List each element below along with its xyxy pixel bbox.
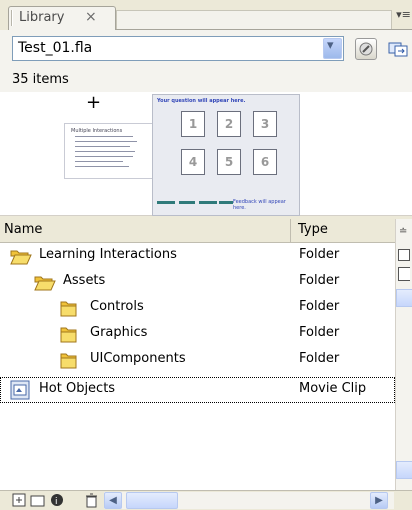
right-column: ≐ <box>395 219 412 510</box>
thumb-a-title: Multiple Interactions <box>71 128 123 134</box>
panel-tabstrip: Library × ▾≡ <box>0 0 412 30</box>
folder-closed-icon <box>60 327 77 343</box>
tab-library[interactable]: Library × <box>8 6 116 30</box>
vscroll-track[interactable] <box>396 309 412 459</box>
folder-closed-icon <box>60 353 77 369</box>
new-symbol-icon[interactable] <box>12 493 27 508</box>
list-item[interactable]: Assets Folder <box>0 269 395 295</box>
grid-cell-5: 5 <box>217 149 241 175</box>
tab-library-label: Library <box>19 10 65 25</box>
library-list[interactable]: Learning Interactions Folder Assets Fold… <box>0 243 395 490</box>
vscroll-down-button[interactable] <box>396 461 412 479</box>
properties-icon[interactable]: i <box>50 493 65 508</box>
list-item[interactable]: UIComponents Folder <box>0 347 395 373</box>
thumb-b-title: Your question will appear here. <box>157 98 246 104</box>
svg-text:i: i <box>55 497 58 507</box>
preview-thumbnail-question: Your question will appear here. 1 2 3 4 … <box>152 94 300 216</box>
grid-cell-4: 4 <box>181 149 205 175</box>
item-type: Folder <box>299 247 340 262</box>
item-type: Folder <box>299 299 340 314</box>
scroll-right-icon[interactable]: ▶ <box>370 492 388 509</box>
grid-cell-6: 6 <box>253 149 277 175</box>
library-toolbar: Test_01.fla ▾ <box>0 30 412 70</box>
grid-cell-3: 3 <box>253 111 277 137</box>
chevron-down-icon[interactable]: ▾ <box>323 38 342 59</box>
preview-pane: + Multiple Interactions Your question wi… <box>0 92 412 216</box>
new-folder-icon[interactable] <box>30 493 45 508</box>
grid-cell-2: 2 <box>217 111 241 137</box>
hscroll-thumb[interactable] <box>126 492 178 509</box>
library-bottom-bar: i ◀ ▶ <box>0 490 412 510</box>
column-sort-icon[interactable]: ≐ <box>399 226 407 237</box>
item-count: 35 items <box>12 72 69 87</box>
folder-closed-icon <box>60 301 77 317</box>
list-item[interactable]: Controls Folder <box>0 295 395 321</box>
linkage-checkbox[interactable] <box>398 249 410 261</box>
thumb-b-footer: Feedback will appear here. <box>233 199 286 211</box>
new-library-panel-button[interactable] <box>388 40 412 58</box>
item-count-bar: 35 items <box>0 70 412 92</box>
item-name: Hot Objects <box>39 381 116 396</box>
list-item[interactable]: Graphics Folder <box>0 321 395 347</box>
item-name: Controls <box>90 299 144 314</box>
folder-open-icon <box>10 250 32 265</box>
tab-grip[interactable] <box>11 10 13 26</box>
vscroll-up-button[interactable] <box>396 289 412 307</box>
column-header-name[interactable]: Name <box>4 222 42 237</box>
scroll-left-icon[interactable]: ◀ <box>104 492 122 509</box>
item-name: Assets <box>63 273 106 288</box>
new-library-icon <box>388 42 408 57</box>
document-select-value: Test_01.fla <box>18 40 93 56</box>
hscroll[interactable]: ◀ ▶ <box>104 492 394 509</box>
pin-icon <box>359 42 373 56</box>
preview-thumbnail-interactions: Multiple Interactions <box>64 123 154 179</box>
item-type: Folder <box>299 325 340 340</box>
linkage-indicator <box>398 267 410 281</box>
dropdown-glyph: ▾ <box>327 38 334 53</box>
column-headers: Name Type <box>0 219 412 243</box>
column-header-type[interactable]: Type <box>298 222 328 237</box>
registration-point-icon: + <box>86 92 102 113</box>
list-item-selected[interactable]: Hot Objects Movie Clip <box>0 377 395 403</box>
item-type: Folder <box>299 273 340 288</box>
pin-library-button[interactable] <box>355 38 377 60</box>
movie-clip-icon <box>10 380 30 400</box>
close-icon[interactable]: × <box>85 9 97 25</box>
panel-options-menu-icon[interactable]: ▾≡ <box>395 8 412 26</box>
list-item[interactable]: Learning Interactions Folder <box>0 243 395 269</box>
document-select[interactable]: Test_01.fla ▾ <box>12 36 344 61</box>
tabstrip-bar <box>116 10 392 29</box>
delete-trash-icon[interactable] <box>84 493 99 508</box>
grid-cell-1: 1 <box>181 111 205 137</box>
item-name: Graphics <box>90 325 148 340</box>
item-type: Folder <box>299 351 340 366</box>
item-name: Learning Interactions <box>39 247 177 262</box>
item-type: Movie Clip <box>299 381 367 396</box>
item-name: UIComponents <box>90 351 186 366</box>
folder-open-icon <box>34 276 56 291</box>
